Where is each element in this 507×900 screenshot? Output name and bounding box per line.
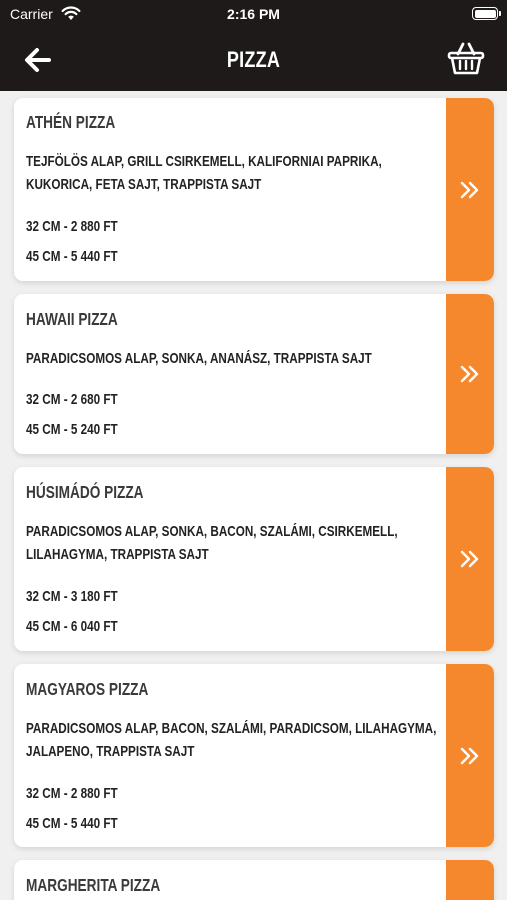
list-item[interactable]: ATHÉN PIZZA TEJFÖLÖS ALAP, GRILL CSIRKEM…: [14, 98, 494, 281]
status-bar: Carrier 2:16 PM: [0, 0, 507, 28]
item-name: HAWAII PIZZA: [26, 309, 118, 329]
open-item-button[interactable]: [446, 467, 494, 651]
list-item[interactable]: HÚSIMÁDÓ PIZZA PARADICSOMOS ALAP, SONKA,…: [14, 467, 494, 651]
item-name: ATHÉN PIZZA: [26, 112, 116, 132]
item-price-45: 45 CM - 5 440 FT: [26, 815, 118, 832]
nav-bar: PIZZA: [0, 28, 507, 91]
item-name: MARGHERITA PIZZA: [26, 875, 161, 895]
basket-icon[interactable]: [447, 41, 485, 77]
status-time: 2:16 PM: [227, 6, 280, 22]
item-description: PARADICSOMOS ALAP, SONKA, ANANÁSZ, TRAPP…: [26, 350, 372, 367]
battery-icon: [472, 7, 501, 20]
item-price-32: 32 CM - 2 680 FT: [26, 391, 118, 408]
item-description: PARADICSOMOS ALAP, SONKA, BACON, SZALÁMI…: [26, 523, 398, 563]
item-price-45: 45 CM - 5 440 FT: [26, 248, 118, 265]
product-list[interactable]: ATHÉN PIZZA TEJFÖLÖS ALAP, GRILL CSIRKEM…: [0, 91, 507, 900]
item-price-32: 32 CM - 2 880 FT: [26, 218, 118, 235]
item-name: HÚSIMÁDÓ PIZZA: [26, 482, 144, 502]
item-price-45: 45 CM - 6 040 FT: [26, 618, 118, 635]
double-chevron-right-icon: [460, 747, 479, 764]
double-chevron-right-icon: [460, 365, 479, 383]
list-item[interactable]: HAWAII PIZZA PARADICSOMOS ALAP, SONKA, A…: [14, 294, 494, 454]
item-description: PARADICSOMOS ALAP, BACON, SZALÁMI, PARAD…: [26, 720, 437, 760]
item-name: MAGYAROS PIZZA: [26, 679, 149, 699]
double-chevron-right-icon: [460, 181, 479, 198]
item-price-45: 45 CM - 5 240 FT: [26, 421, 118, 438]
item-description: TEJFÖLÖS ALAP, GRILL CSIRKEMELL, KALIFOR…: [26, 153, 382, 193]
page-title: PIZZA: [226, 47, 281, 72]
open-item-button[interactable]: [446, 294, 494, 454]
double-chevron-right-icon: [460, 550, 479, 568]
list-item[interactable]: MAGYAROS PIZZA PARADICSOMOS ALAP, BACON,…: [14, 664, 494, 847]
item-price-32: 32 CM - 3 180 FT: [26, 588, 118, 605]
item-price-32: 32 CM - 2 880 FT: [26, 785, 118, 802]
open-item-button[interactable]: [446, 98, 494, 281]
list-item[interactable]: MARGHERITA PIZZA: [14, 860, 494, 900]
open-item-button[interactable]: [446, 860, 494, 900]
open-item-button[interactable]: [446, 664, 494, 847]
